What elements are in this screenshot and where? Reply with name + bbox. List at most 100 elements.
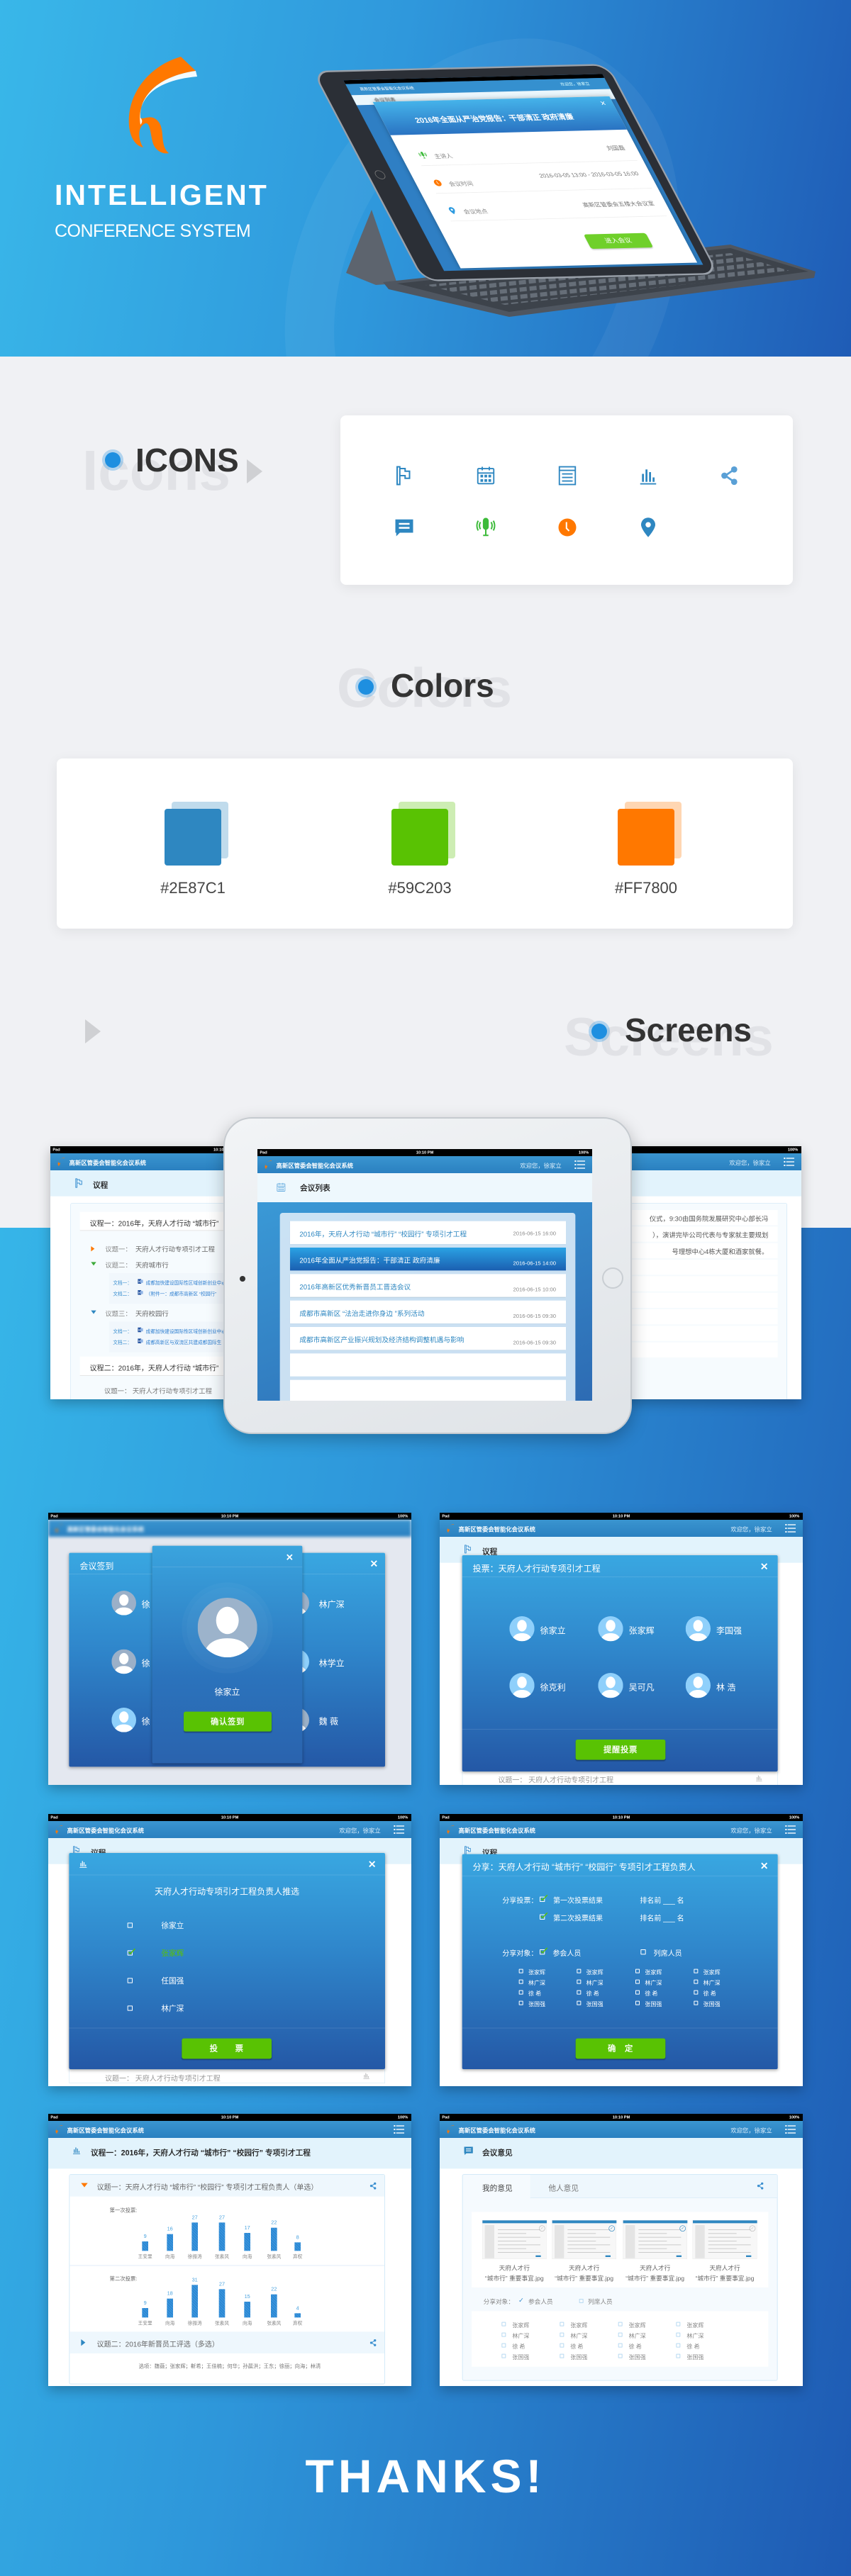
check-icon[interactable]: ✓ [518,2296,524,2304]
close-icon[interactable] [760,1861,768,1871]
menu-icon[interactable] [394,1824,405,1837]
checkbox[interactable] [127,1978,133,1983]
share-icon[interactable] [369,2182,377,2191]
checkbox[interactable] [501,2322,506,2326]
doc-link[interactable]: 成都高新区与双流区共建成都国际生 [146,1338,222,1345]
checkbox[interactable] [127,1948,135,1956]
share-icon[interactable] [757,2182,764,2191]
checkbox[interactable] [518,1990,523,1995]
checkbox[interactable] [560,2343,564,2348]
close-icon[interactable] [368,1860,376,1869]
person-name: 张家辉 [628,2322,646,2329]
checkbox[interactable] [518,2000,523,2005]
meeting-list-item[interactable]: 2016年全面从严治党报告：干部清正 政府清廉 2016-06-15 14:00 [290,1248,567,1271]
checkbox[interactable] [540,1947,548,1955]
home-button[interactable] [602,1267,623,1289]
result-label: 第一次投票结果 [553,1897,604,1905]
checkbox[interactable] [127,2005,133,2011]
checkbox[interactable] [501,2343,506,2348]
checkbox[interactable] [694,1990,699,1995]
checkbox[interactable] [676,2353,681,2358]
checkbox[interactable] [579,2299,584,2304]
checkbox[interactable] [577,1979,582,1984]
close-icon[interactable] [286,1553,294,1562]
topic-row[interactable]: 议题一： 天府人才行动专项引才工程 [462,1771,778,1785]
bar-chart-icon[interactable] [362,2071,370,2081]
collapse-triangle-icon[interactable] [81,2183,88,2188]
menu-icon[interactable] [785,2124,796,2137]
menu-icon[interactable] [574,1159,586,1172]
meeting-list-item[interactable]: 成都市高新区 “法治走进你身边 ”系列活动 2016-06-15 09:30 [290,1300,567,1324]
doc-link[interactable]: 成都加快建设国际性区域创新创业中心 [146,1279,226,1286]
checkbox[interactable] [540,1912,548,1920]
checkbox[interactable] [640,1949,646,1955]
menu-icon[interactable] [785,1523,796,1535]
candidate-name: 张素风 [215,2321,230,2326]
checkbox[interactable] [518,1979,523,1984]
doc-link[interactable]: 成都加快建设国际性区域创新创业中心 [146,1328,226,1335]
select-check-icon[interactable]: ✓ [749,2225,756,2232]
tab-others[interactable]: 他人意见 [548,2183,579,2193]
menu-icon[interactable] [785,1824,796,1837]
vote-button[interactable]: 投 票 [182,2038,272,2059]
status-bar: Pad 10:10 PM 100% [48,2114,411,2122]
menu-icon[interactable] [394,2124,405,2137]
select-check-icon[interactable]: ✓ [679,2225,686,2232]
voter-name: 吴可凡 [628,1682,655,1693]
checkbox[interactable] [518,1969,523,1973]
checkbox[interactable] [635,1979,640,1984]
checkbox[interactable] [560,2322,564,2326]
checkbox[interactable] [618,2343,623,2348]
topic-item[interactable]: 议题一： 天府人才行动专项引才工程 [104,1386,212,1395]
meeting-list-item[interactable]: 2016年高新区优秀新晋员工晋选会议 2016-06-15 10:00 [290,1274,567,1297]
confirm-share-button[interactable]: 确 定 [575,2038,666,2059]
checkbox[interactable] [694,2000,699,2005]
bar-chart-icon[interactable] [755,1774,763,1783]
checkbox[interactable] [560,2332,564,2337]
voter-name: 张家辉 [628,1625,655,1636]
select-check-icon[interactable]: ✓ [608,2225,616,2232]
person-name: 徐 希 [703,1990,716,1998]
checkbox[interactable] [127,1922,133,1928]
close-icon[interactable] [370,1559,378,1569]
share-icon[interactable] [369,2339,377,2348]
doc-link[interactable]: （附件一：成都市高新区 “校园行” [146,1290,217,1297]
topic-row[interactable]: 议题一： 天府人才行动专项引才工程 [69,2069,386,2084]
expand-triangle-icon[interactable] [81,2339,86,2346]
expand-triangle-icon[interactable] [91,1310,96,1314]
checkbox[interactable] [694,1979,699,1984]
checkbox[interactable] [635,2000,640,2005]
checkbox[interactable] [501,2353,506,2358]
topic-header[interactable]: 议题一：天府人才行动 “城市行” “校园行” 专项引才工程负责人（单选） [69,2175,385,2197]
checkbox[interactable] [501,2332,506,2337]
checkbox[interactable] [618,2332,623,2337]
checkbox[interactable] [618,2353,623,2358]
enter-meeting-button[interactable]: 进入会议 [583,233,654,250]
confirm-signin-button[interactable]: 确认签到 [184,1711,272,1732]
topic-header[interactable]: 议题二：2016年新晋员工评选（多选） [69,2331,385,2354]
checkbox[interactable] [635,1969,640,1973]
menu-icon[interactable] [784,1156,795,1169]
meeting-list-item[interactable]: 2016年，天府人才行动 “城市行” “校园行” 专项引才工程 2016-06-1… [290,1221,567,1245]
checkbox[interactable] [676,2332,681,2337]
checkbox[interactable] [577,1969,582,1973]
expand-triangle-icon[interactable] [91,1246,95,1252]
person-name: 徐 希 [686,2343,700,2351]
checkbox[interactable] [540,1894,548,1903]
checkbox[interactable] [676,2322,681,2326]
remind-vote-button[interactable]: 提醒投票 [575,1740,666,1760]
checkbox[interactable] [635,1990,640,1995]
checkbox[interactable] [560,2353,564,2358]
close-icon[interactable] [760,1562,768,1572]
checkbox[interactable] [577,2000,582,2005]
checkbox[interactable] [694,1969,699,1973]
checkbox[interactable] [577,1990,582,1995]
tab-mine[interactable]: 我的意见 [482,2183,513,2193]
checkbox[interactable] [676,2343,681,2348]
status-bar: Pad 10:10 PM 100% [440,1513,803,1521]
expand-triangle-icon[interactable] [91,1262,96,1266]
select-check-icon[interactable]: ✓ [539,2225,545,2232]
checkbox[interactable] [618,2322,623,2326]
battery: 100% [397,1815,408,1820]
meeting-list-item[interactable]: 成都市高新区产业振兴规划及经济结构调整机遇与影响 2016-06-15 09:30 [290,1327,567,1350]
